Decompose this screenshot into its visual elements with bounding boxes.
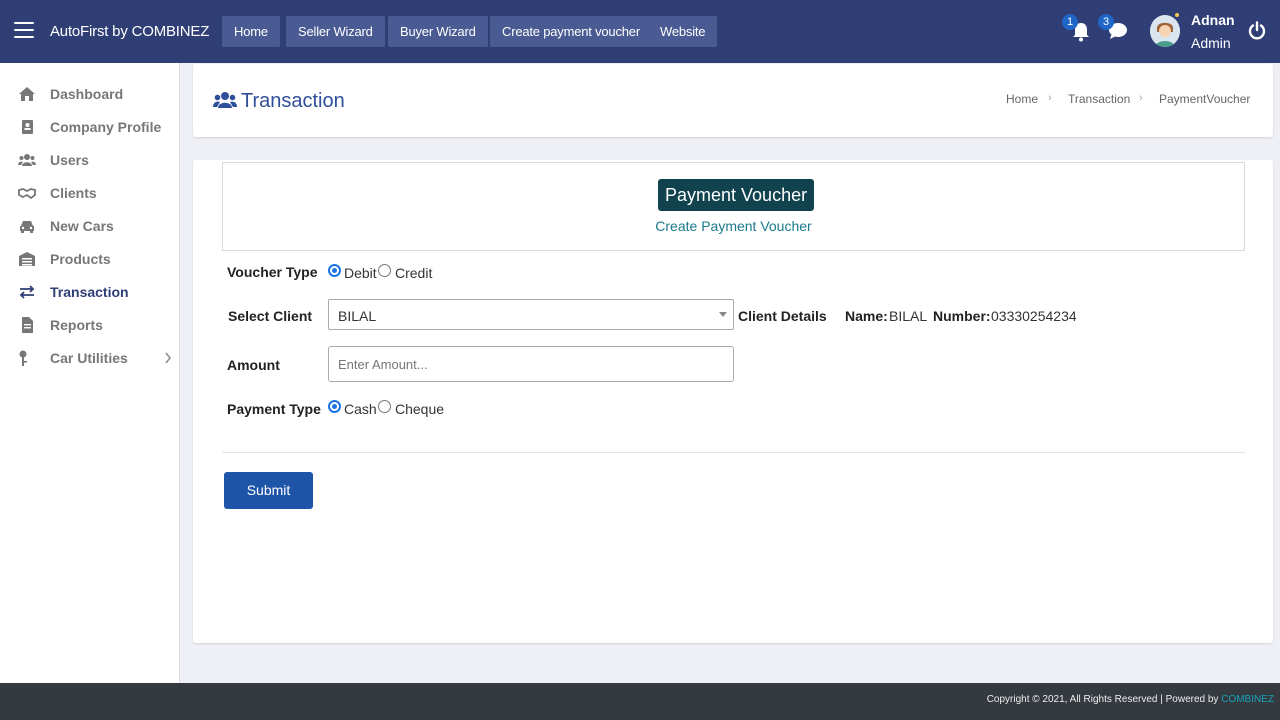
footer-copyright: Copyright © 2021, All Rights Reserved | … (987, 694, 1274, 705)
messages-button[interactable]: 3 (1098, 14, 1128, 48)
power-icon (1248, 21, 1266, 40)
amount-label: Amount (227, 357, 280, 373)
avatar[interactable] (1150, 15, 1180, 47)
sidebar-item-label: Products (50, 251, 111, 267)
select-client-label: Select Client (228, 308, 313, 324)
nav-seller-wizard-button[interactable]: Seller Wizard (286, 16, 385, 47)
dropdown-arrow-icon (719, 312, 727, 317)
user-name[interactable]: Adnan (1191, 12, 1235, 28)
breadcrumb-home[interactable]: Home (1006, 92, 1038, 106)
exchange-icon (19, 285, 35, 299)
sidebar-item-car-utilities[interactable]: Car Utilities (0, 343, 180, 373)
page-header: Transaction Home › Transaction › Payment… (193, 64, 1273, 137)
client-number-label: Number: (933, 308, 991, 324)
messages-badge: 3 (1098, 14, 1114, 30)
sidebar-item-new-cars[interactable]: New Cars (0, 211, 180, 241)
brand-name[interactable]: AutoFirst by COMBINEZ (50, 23, 209, 40)
create-voucher-link[interactable]: Create Payment Voucher (223, 218, 1244, 234)
sidebar-item-label: Clients (50, 185, 97, 201)
payment-type-cheque-radio[interactable] (378, 400, 391, 413)
sidebar-item-label: Dashboard (50, 86, 124, 102)
warehouse-icon (19, 252, 35, 266)
payment-type-cash-label[interactable]: Cash (344, 401, 377, 417)
client-select[interactable]: BILAL (328, 299, 734, 330)
sidebar-item-products[interactable]: Products (0, 244, 180, 274)
sidebar-item-reports[interactable]: Reports (0, 310, 180, 340)
key-icon (19, 350, 27, 366)
id-badge-icon (22, 120, 33, 134)
users-icon (18, 154, 36, 166)
notifications-button[interactable]: 1 (1062, 14, 1092, 48)
chevron-right-icon (165, 352, 171, 364)
breadcrumb-separator-icon: › (1048, 92, 1052, 104)
nav-create-payment-voucher-button[interactable]: Create payment voucher (490, 16, 652, 47)
client-details-label: Client Details (738, 308, 827, 324)
footer: Copyright © 2021, All Rights Reserved | … (0, 683, 1280, 720)
sidebar-item-label: Users (50, 152, 89, 168)
status-dot (1175, 13, 1179, 17)
voucher-type-credit-label[interactable]: Credit (395, 265, 432, 281)
sidebar: Dashboard Company Profile Users Clients … (0, 63, 180, 683)
sidebar-item-company-profile[interactable]: Company Profile (0, 112, 180, 142)
payment-type-cash-radio[interactable] (328, 400, 341, 413)
voucher-heading-box: Payment Voucher Create Payment Voucher (222, 162, 1245, 251)
payment-type-cheque-label[interactable]: Cheque (395, 401, 444, 417)
voucher-type-debit-label[interactable]: Debit (344, 265, 377, 281)
user-avatar-icon (1150, 16, 1180, 47)
footer-combinez-link[interactable]: COMBINEZ (1221, 694, 1274, 705)
nav-home-button[interactable]: Home (222, 16, 280, 47)
breadcrumb-transaction[interactable]: Transaction (1068, 92, 1130, 106)
sidebar-item-label: Company Profile (50, 119, 162, 135)
car-icon (20, 221, 34, 233)
amount-input[interactable] (328, 346, 734, 382)
sidebar-item-label: Transaction (50, 284, 129, 300)
voucher-title-badge: Payment Voucher (658, 179, 815, 211)
sidebar-item-dashboard[interactable]: Dashboard (0, 79, 180, 109)
client-select-value: BILAL (338, 308, 377, 324)
client-name-label: Name: (845, 308, 888, 324)
submit-button[interactable]: Submit (224, 472, 313, 509)
menu-toggle-icon[interactable] (14, 22, 34, 40)
user-role: Admin (1191, 35, 1231, 51)
home-icon (19, 87, 35, 101)
notifications-badge: 1 (1062, 14, 1078, 30)
voucher-type-debit-radio[interactable] (328, 264, 341, 277)
client-number-value: 03330254234 (991, 308, 1077, 324)
sidebar-item-label: Car Utilities (50, 350, 128, 366)
sidebar-item-users[interactable]: Users (0, 145, 180, 175)
page-title: Transaction (241, 90, 345, 112)
divider (222, 452, 1245, 453)
sidebar-item-clients[interactable]: Clients (0, 178, 180, 208)
users-icon (213, 92, 237, 108)
breadcrumb-current: PaymentVoucher (1159, 92, 1251, 106)
voucher-type-credit-radio[interactable] (378, 264, 391, 277)
footer-copyright-text: Copyright © 2021, All Rights Reserved | … (986, 694, 1222, 705)
payment-type-label: Payment Type (227, 401, 321, 417)
sidebar-item-transaction[interactable]: Transaction (0, 277, 180, 307)
breadcrumb-separator-icon: › (1139, 92, 1143, 104)
sidebar-item-label: New Cars (50, 218, 114, 234)
voucher-type-label: Voucher Type (227, 264, 318, 280)
client-name-value: BILAL (889, 308, 928, 324)
handshake-icon (18, 188, 36, 200)
logout-button[interactable] (1247, 21, 1267, 46)
voucher-form-card: Payment Voucher Create Payment Voucher V… (193, 160, 1273, 643)
nav-website-button[interactable]: Website (648, 16, 718, 47)
nav-buyer-wizard-button[interactable]: Buyer Wizard (388, 16, 488, 47)
top-navbar: AutoFirst by COMBINEZ Home Seller Wizard… (0, 0, 1280, 63)
file-icon (22, 317, 33, 333)
sidebar-item-label: Reports (50, 317, 103, 333)
